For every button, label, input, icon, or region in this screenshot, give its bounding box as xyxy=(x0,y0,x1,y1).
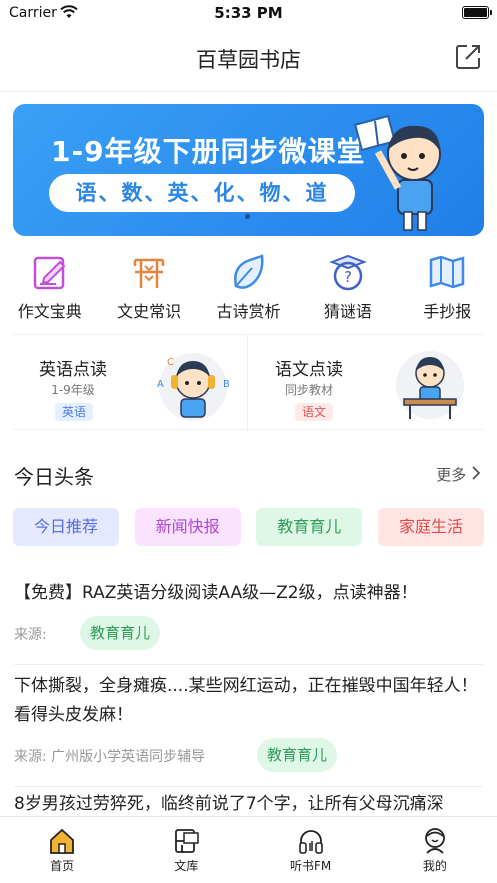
category-poetry[interactable]: 古诗赏析 xyxy=(199,244,298,326)
read-card-subtitle: 1-9年级 xyxy=(51,383,95,397)
category-history[interactable]: 文史常识 xyxy=(99,244,198,326)
boy-reading-illustration xyxy=(352,112,462,236)
status-bar: Carrier 5:33 PM xyxy=(0,0,497,26)
banner-headline: 1-9年级下册同步微课堂 xyxy=(51,135,366,168)
banner-page-indicator xyxy=(245,214,250,219)
news-meta: 来源: 广州版小学英语同步辅导 教育育儿 xyxy=(14,738,483,772)
category-label: 手抄报 xyxy=(423,302,472,321)
bottom-tab-bar: 首页 文库 听书FM 我的 xyxy=(0,816,497,883)
category-riddle[interactable]: ? 猜谜语 xyxy=(298,244,397,326)
banner-subjects: 语、数、英、化、物、道 xyxy=(49,174,355,212)
svg-text:?: ? xyxy=(344,268,352,286)
headlines-header: 今日头条 更多 xyxy=(0,455,497,489)
page-title: 百草园书店 xyxy=(196,48,301,72)
news-category-badge: 教育育儿 xyxy=(80,616,161,650)
section-title: 今日头条 xyxy=(14,465,94,489)
news-item[interactable]: 【免费】RAZ英语分级阅读AA级—Z2级，点读神器！ 来源: 教育育儿 xyxy=(0,579,497,665)
read-cards: 英语点读 1-9年级 英语 C A B 语文点读 同步教材 语文 xyxy=(13,334,484,431)
category-newspaper[interactable]: 手抄报 xyxy=(398,244,497,326)
chinese-read-card[interactable]: 语文点读 同步教材 语文 xyxy=(249,335,484,431)
clock: 5:33 PM xyxy=(214,4,283,22)
nav-bar: 百草园书店 xyxy=(0,26,497,92)
news-item[interactable]: 下体撕裂，全身瘫痪....某些网红运动，正在摧毁中国年轻人！看得头皮发麻！ 来源… xyxy=(0,672,497,787)
library-icon xyxy=(172,827,200,855)
svg-text:C: C xyxy=(167,357,174,368)
svg-text:B: B xyxy=(223,379,230,390)
more-label: 更多 xyxy=(436,466,467,484)
svg-text:A: A xyxy=(157,379,164,390)
tab-library[interactable]: 文库 xyxy=(124,817,248,883)
battery-icon xyxy=(462,6,492,19)
divider xyxy=(14,786,483,787)
more-link[interactable]: 更多 xyxy=(436,464,481,485)
tab-education[interactable]: 教育育儿 xyxy=(256,508,363,546)
history-icon xyxy=(129,252,169,292)
read-card-tag: 英语 xyxy=(55,403,94,421)
tab-label: 听书FM xyxy=(289,859,332,873)
category-label: 文史常识 xyxy=(117,302,182,321)
tab-audio-fm[interactable]: 听书FM xyxy=(249,817,373,883)
news-title: 8岁男孩过劳猝死，临终前说了7个字，让所有父母沉痛深 xyxy=(14,794,444,814)
category-label: 猜谜语 xyxy=(323,302,372,321)
tab-news-flash[interactable]: 新闻快报 xyxy=(134,508,241,546)
home-icon xyxy=(48,827,76,855)
tab-family[interactable]: 家庭生活 xyxy=(377,508,484,546)
english-read-card[interactable]: 英语点读 1-9年级 英语 C A B xyxy=(13,335,248,431)
news-meta: 来源: 教育育儿 xyxy=(14,616,483,650)
map-icon xyxy=(427,252,467,292)
read-card-subtitle: 同步教材 xyxy=(284,383,333,397)
tab-recommended[interactable]: 今日推荐 xyxy=(13,508,119,546)
divider xyxy=(14,664,483,665)
news-item[interactable]: 8岁男孩过劳猝死，临终前说了7个字，让所有父母沉痛深 xyxy=(0,790,497,819)
chevron-right-icon xyxy=(471,466,481,484)
leaf-icon xyxy=(228,252,268,292)
category-label: 作文宝典 xyxy=(17,302,82,321)
tab-label: 我的 xyxy=(422,859,447,873)
riddle-icon: ? xyxy=(328,252,368,292)
kid-headphones-illustration: C A B xyxy=(153,347,233,427)
news-category-badge: 教育育儿 xyxy=(257,738,338,772)
read-card-title: 语文点读 xyxy=(275,360,343,380)
share-icon[interactable] xyxy=(453,42,483,72)
tab-home[interactable]: 首页 xyxy=(0,817,124,883)
category-label: 古诗赏析 xyxy=(216,302,281,321)
news-title: 下体撕裂，全身瘫痪....某些网红运动，正在摧毁中国年轻人！看得头皮发麻！ xyxy=(14,676,478,725)
tab-profile[interactable]: 我的 xyxy=(373,817,497,883)
category-essay[interactable]: 作文宝典 xyxy=(0,244,99,326)
tab-label: 文库 xyxy=(174,859,199,873)
edit-icon xyxy=(30,252,70,292)
headphones-icon xyxy=(297,827,325,855)
read-card-title: 英语点读 xyxy=(39,360,107,380)
news-title: 【免费】RAZ英语分级阅读AA级—Z2级，点读神器！ xyxy=(14,583,418,603)
kid-desk-illustration xyxy=(390,347,470,427)
news-source: 来源: 广州版小学英语同步辅导 xyxy=(14,749,206,765)
read-card-tag: 语文 xyxy=(295,403,334,421)
headline-tabs: 今日推荐 新闻快报 教育育儿 家庭生活 xyxy=(13,508,484,546)
tab-label: 首页 xyxy=(50,859,75,873)
news-source: 来源: xyxy=(14,627,47,643)
profile-icon xyxy=(421,827,449,855)
category-grid: 作文宝典 文史常识 古诗赏析 ? 猜谜语 手抄报 xyxy=(0,244,497,326)
